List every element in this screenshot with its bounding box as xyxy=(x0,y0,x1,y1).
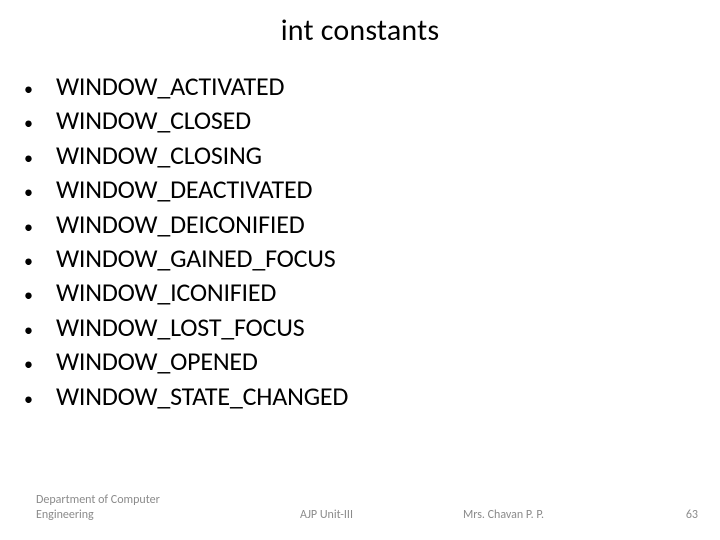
bullet-icon: • xyxy=(24,107,56,139)
list-item: • WINDOW_ICONIFIED xyxy=(24,277,698,311)
slide-title: int constants xyxy=(22,12,698,49)
list-item: • WINDOW_CLOSED xyxy=(24,105,698,139)
list-item-label: WINDOW_CLOSED xyxy=(56,105,251,137)
list-item-label: WINDOW_GAINED_FOCUS xyxy=(56,243,336,275)
list-item-label: WINDOW_CLOSING xyxy=(56,140,262,172)
bullet-icon: • xyxy=(24,211,56,243)
bullet-icon: • xyxy=(24,73,56,105)
bullet-icon: • xyxy=(24,348,56,380)
slide: int constants • WINDOW_ACTIVATED • WINDO… xyxy=(0,0,720,540)
list-item-label: WINDOW_STATE_CHANGED xyxy=(56,381,348,413)
list-item: • WINDOW_ACTIVATED xyxy=(24,71,698,105)
bullet-icon: • xyxy=(24,142,56,174)
list-item-label: WINDOW_DEACTIVATED xyxy=(56,174,312,206)
footer-unit: AJP Unit-III xyxy=(300,508,353,522)
list-item-label: WINDOW_ICONIFIED xyxy=(56,277,276,309)
bullet-icon: • xyxy=(24,245,56,277)
slide-footer: Department of Computer Engineering AJP U… xyxy=(0,493,720,522)
bullet-icon: • xyxy=(24,176,56,208)
footer-author: Mrs. Chavan P. P. xyxy=(463,508,544,522)
list-item: • WINDOW_DEACTIVATED xyxy=(24,174,698,208)
footer-department-line1: Department of Computer xyxy=(36,493,236,507)
footer-page-number: 63 xyxy=(686,508,698,522)
list-item: • WINDOW_STATE_CHANGED xyxy=(24,381,698,415)
list-item: • WINDOW_DEICONIFIED xyxy=(24,209,698,243)
bullet-icon: • xyxy=(24,314,56,346)
bullet-icon: • xyxy=(24,279,56,311)
list-item-label: WINDOW_DEICONIFIED xyxy=(56,209,305,241)
list-item: • WINDOW_LOST_FOCUS xyxy=(24,312,698,346)
footer-department: Department of Computer Engineering xyxy=(36,493,236,522)
footer-department-line2: Engineering xyxy=(36,508,236,522)
list-item: • WINDOW_CLOSING xyxy=(24,140,698,174)
bullet-icon: • xyxy=(24,383,56,415)
list-item: • WINDOW_GAINED_FOCUS xyxy=(24,243,698,277)
constants-list: • WINDOW_ACTIVATED • WINDOW_CLOSED • WIN… xyxy=(22,71,698,415)
list-item-label: WINDOW_ACTIVATED xyxy=(56,71,284,103)
list-item: • WINDOW_OPENED xyxy=(24,346,698,380)
list-item-label: WINDOW_OPENED xyxy=(56,346,258,378)
list-item-label: WINDOW_LOST_FOCUS xyxy=(56,312,304,344)
